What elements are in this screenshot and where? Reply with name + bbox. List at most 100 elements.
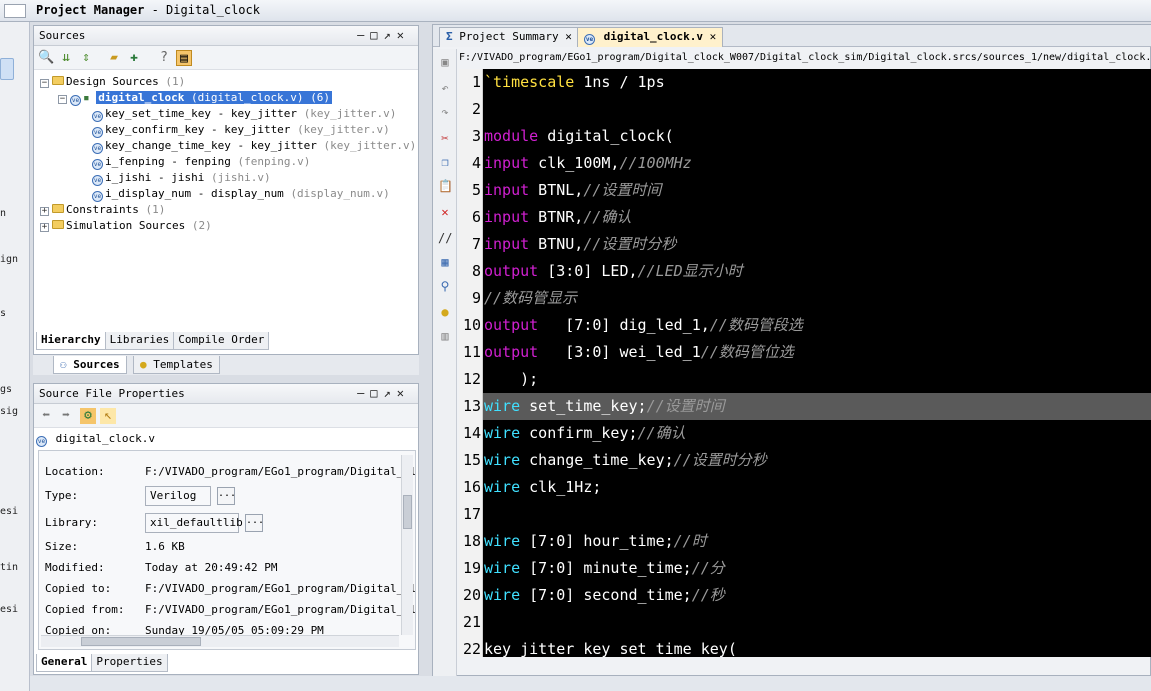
type-browse-button[interactable]: ... bbox=[217, 487, 236, 505]
tab-properties[interactable]: Properties bbox=[91, 654, 168, 672]
window-menu-icon[interactable] bbox=[4, 4, 26, 18]
tab-sources[interactable]: ⚇ Sources bbox=[53, 356, 127, 374]
panel-window-buttons: —□↗✕ bbox=[357, 28, 410, 42]
comment-icon[interactable]: // bbox=[438, 231, 452, 245]
tree-simulation-sources[interactable]: + Simulation Sources (2) bbox=[40, 218, 212, 234]
code-editor-panel: Σ Project Summary ✕ ve digital_clock.v ✕… bbox=[432, 24, 1151, 677]
code-line: input BTNR,//确认 bbox=[484, 208, 632, 226]
tab-digital-clock-v[interactable]: ve digital_clock.v ✕ bbox=[577, 27, 724, 47]
pointer-icon[interactable]: ↖ bbox=[100, 408, 116, 424]
minimize-icon[interactable]: — bbox=[357, 28, 370, 42]
tab-templates[interactable]: ● Templates bbox=[133, 356, 220, 374]
tree-constraints[interactable]: + Constraints (1) bbox=[40, 202, 165, 218]
flow-nav-label[interactable]: n bbox=[0, 208, 6, 219]
redo-icon[interactable]: ↷ bbox=[438, 105, 452, 119]
collapse-toggle-icon[interactable]: − bbox=[40, 79, 49, 88]
close-icon[interactable]: ✕ bbox=[710, 30, 717, 43]
code-line: output [3:0] wei_led_1//数码管位选 bbox=[484, 343, 794, 361]
code-area[interactable]: 1 2 3 4 5 6 7 8 9 10 11 12 13 14 15 16 1… bbox=[459, 69, 1151, 657]
sources-toolbar: 🔍 ⇊ ⇕ ▰ ✚ ? ▤ bbox=[34, 46, 418, 70]
flow-nav-label[interactable]: gs bbox=[0, 384, 12, 395]
back-arrow-icon[interactable]: ⬅ bbox=[38, 408, 54, 424]
properties-icon[interactable]: ▤ bbox=[176, 50, 192, 66]
sources-panel-title: Sources bbox=[39, 29, 86, 42]
scrollbar-thumb[interactable] bbox=[403, 495, 412, 529]
code-line: wire [7:0] minute_time;//分 bbox=[484, 559, 725, 577]
line-number: 2 bbox=[471, 100, 481, 118]
flow-nav-label[interactable]: sig bbox=[0, 406, 18, 417]
sources-panel-header: Sources —□↗✕ bbox=[34, 26, 418, 46]
tree-child-item[interactable]: ve key_set_time_key - key_jitter (key_jit… bbox=[92, 106, 396, 122]
line-number: 21 bbox=[462, 613, 481, 631]
source-file-properties-panel: Source File Properties —□↗✕ ⬅ ➡ ⚙ ↖ ve d… bbox=[33, 383, 419, 675]
flow-nav-label[interactable]: esi bbox=[0, 506, 18, 517]
code-line: wire [7:0] second_time;//秒 bbox=[484, 586, 725, 604]
verilog-file-icon: ve bbox=[70, 95, 81, 106]
template-icon[interactable]: ▥ bbox=[438, 329, 452, 343]
tab-general[interactable]: General bbox=[36, 654, 93, 672]
verilog-file-icon: ve bbox=[92, 127, 103, 138]
flow-nav-label[interactable]: s bbox=[0, 308, 6, 319]
tab-compile-order[interactable]: Compile Order bbox=[173, 332, 270, 350]
code-line: wire change_time_key;//设置时分秒 bbox=[484, 451, 767, 469]
editor-side-toolbar: ▣ ↶ ↷ ✂ ❐ 📋 ✕ // ▦ ⚲ ● ▥ bbox=[433, 49, 457, 677]
library-field[interactable]: xil_defaultlib bbox=[145, 513, 243, 533]
line-number: 4 bbox=[471, 154, 481, 172]
flow-nav-label[interactable]: tin bbox=[0, 562, 18, 573]
expand-toggle-icon[interactable]: + bbox=[40, 223, 49, 232]
float-icon[interactable]: ↗ bbox=[384, 386, 397, 400]
tree-child-item[interactable]: ve i_fenping - fenping (fenping.v) bbox=[92, 154, 310, 170]
tree-top-module[interactable]: − ve ▪ digital_clock (digital_clock.v) (6) bbox=[58, 90, 333, 106]
vertical-scrollbar[interactable] bbox=[401, 455, 413, 635]
maximize-icon[interactable]: □ bbox=[370, 28, 383, 42]
library-browse-button[interactable]: ... bbox=[245, 514, 264, 532]
tab-project-summary[interactable]: Σ Project Summary ✕ bbox=[439, 27, 579, 47]
flow-nav-label[interactable]: ign bbox=[0, 254, 18, 265]
search-icon[interactable]: 🔍 bbox=[38, 50, 54, 66]
collapse-all-icon[interactable]: ⇊ bbox=[58, 50, 74, 66]
tree-child-item[interactable]: ve key_confirm_key - key_jitter (key_jitt… bbox=[92, 122, 390, 138]
select-block-icon[interactable]: ▦ bbox=[438, 255, 452, 269]
open-folder-icon[interactable]: ▰ bbox=[106, 50, 122, 66]
undo-icon[interactable]: ↶ bbox=[438, 81, 452, 95]
horizontal-scrollbar[interactable] bbox=[41, 635, 399, 647]
maximize-icon[interactable]: □ bbox=[370, 386, 383, 400]
copy-icon[interactable]: ❐ bbox=[438, 155, 452, 169]
delete-icon[interactable]: ✕ bbox=[438, 205, 452, 219]
forward-arrow-icon[interactable]: ➡ bbox=[58, 408, 74, 424]
tab-hierarchy[interactable]: Hierarchy bbox=[36, 332, 106, 350]
tree-child-item[interactable]: ve i_jishi - jishi (jishi.v) bbox=[92, 170, 271, 186]
line-number: 7 bbox=[471, 235, 481, 253]
tab-libraries[interactable]: Libraries bbox=[104, 332, 175, 350]
close-icon[interactable]: ✕ bbox=[397, 28, 410, 42]
tree-child-item[interactable]: ve i_display_num - display_num (display_n… bbox=[92, 186, 390, 202]
line-number: 20 bbox=[462, 586, 481, 604]
folder-icon bbox=[52, 220, 64, 229]
minimize-icon[interactable]: — bbox=[357, 386, 370, 400]
sync-icon[interactable]: ⚙ bbox=[80, 408, 96, 424]
type-field[interactable]: Verilog bbox=[145, 486, 211, 506]
editor-tabs: Σ Project Summary ✕ ve digital_clock.v ✕ bbox=[433, 25, 1151, 47]
close-icon[interactable]: ✕ bbox=[397, 386, 410, 400]
line-number: 22 bbox=[462, 640, 481, 657]
help-icon[interactable]: ? bbox=[156, 50, 172, 66]
line-number: 16 bbox=[462, 478, 481, 496]
expand-toggle-icon[interactable]: + bbox=[40, 207, 49, 216]
float-icon[interactable]: ↗ bbox=[384, 28, 397, 42]
save-icon[interactable]: ▣ bbox=[438, 55, 452, 69]
flow-navigator-selected-item[interactable] bbox=[0, 58, 14, 80]
close-icon[interactable]: ✕ bbox=[565, 30, 572, 43]
expand-all-icon[interactable]: ⇕ bbox=[78, 50, 94, 66]
code-line: module digital_clock( bbox=[484, 127, 674, 145]
lightbulb-icon[interactable]: ● bbox=[438, 305, 452, 319]
add-sources-icon[interactable]: ✚ bbox=[126, 50, 142, 66]
tree-design-sources[interactable]: − Design Sources (1) bbox=[40, 74, 185, 90]
scrollbar-thumb[interactable] bbox=[81, 637, 201, 646]
cut-icon[interactable]: ✂ bbox=[438, 131, 452, 145]
flow-nav-label[interactable]: esi bbox=[0, 604, 18, 615]
properties-file-name: ve digital_clock.v bbox=[36, 432, 155, 447]
paste-icon[interactable]: 📋 bbox=[438, 179, 453, 193]
collapse-toggle-icon[interactable]: − bbox=[58, 95, 67, 104]
tree-child-item[interactable]: ve key_change_time_key - key_jitter (key_… bbox=[92, 138, 416, 154]
find-icon[interactable]: ⚲ bbox=[438, 279, 452, 293]
